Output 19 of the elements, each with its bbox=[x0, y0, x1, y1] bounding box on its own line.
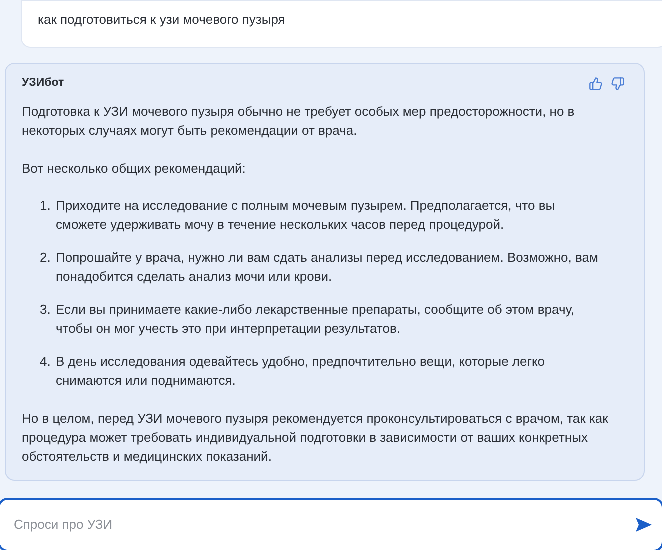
intro-paragraph: Подготовка к УЗИ мочевого пузыря обычно не требует особых мер предосторожности, но в некоторых случаях могут быть рекомендации от врача. bbox=[22, 103, 576, 140]
thumbs-up-button[interactable] bbox=[589, 76, 603, 90]
question-input[interactable]: Спроси про УЗИ bbox=[14, 515, 634, 535]
user-message: как подготовиться к узи мочевого пузыря bbox=[38, 10, 286, 29]
list-item-text: Если вы принимаете какие-либо лекарственные препараты, сообщите об этом врачу, чтобы он мог учесть это при интерпретации результатов. bbox=[56, 301, 576, 338]
list-number: 3. bbox=[40, 301, 52, 319]
list-number: 4. bbox=[40, 353, 52, 371]
list-item-text: Приходите на исследование с полным мочевым пузырем. Предполагается, что вы сможете удерживать мочу в течение нескольких часов перед процедурой. bbox=[56, 197, 556, 234]
send-button[interactable] bbox=[634, 516, 654, 534]
list-number: 2. bbox=[40, 249, 52, 267]
send-icon bbox=[636, 518, 652, 532]
list-item-text: В день исследования одевайтесь удобно, предпочтительно вещи, которые легко снимаются или поднимаются. bbox=[56, 353, 546, 390]
conclusion-paragraph: Но в целом, перед УЗИ мочевого пузыря рекомендуется проконсультироваться с врачом, так как процедура может требовать индивидуальной подготовки в зависимости от ваших конкретных обстоятельств и медицинских показаний. bbox=[22, 410, 610, 466]
list-item-text: Попрошайте у врача, нужно ли вам сдать анализы перед исследованием. Возможно, вам понадобится сделать анализ мочи или крови. bbox=[56, 249, 600, 286]
thumbs-down-button[interactable] bbox=[611, 76, 625, 90]
question-field[interactable]: Спроси про УЗИ bbox=[0, 498, 662, 550]
list-number: 1. bbox=[40, 197, 52, 215]
lead-paragraph: Вот несколько общих рекомендаций: bbox=[22, 160, 247, 178]
author-name: УЗИбот bbox=[22, 76, 64, 91]
